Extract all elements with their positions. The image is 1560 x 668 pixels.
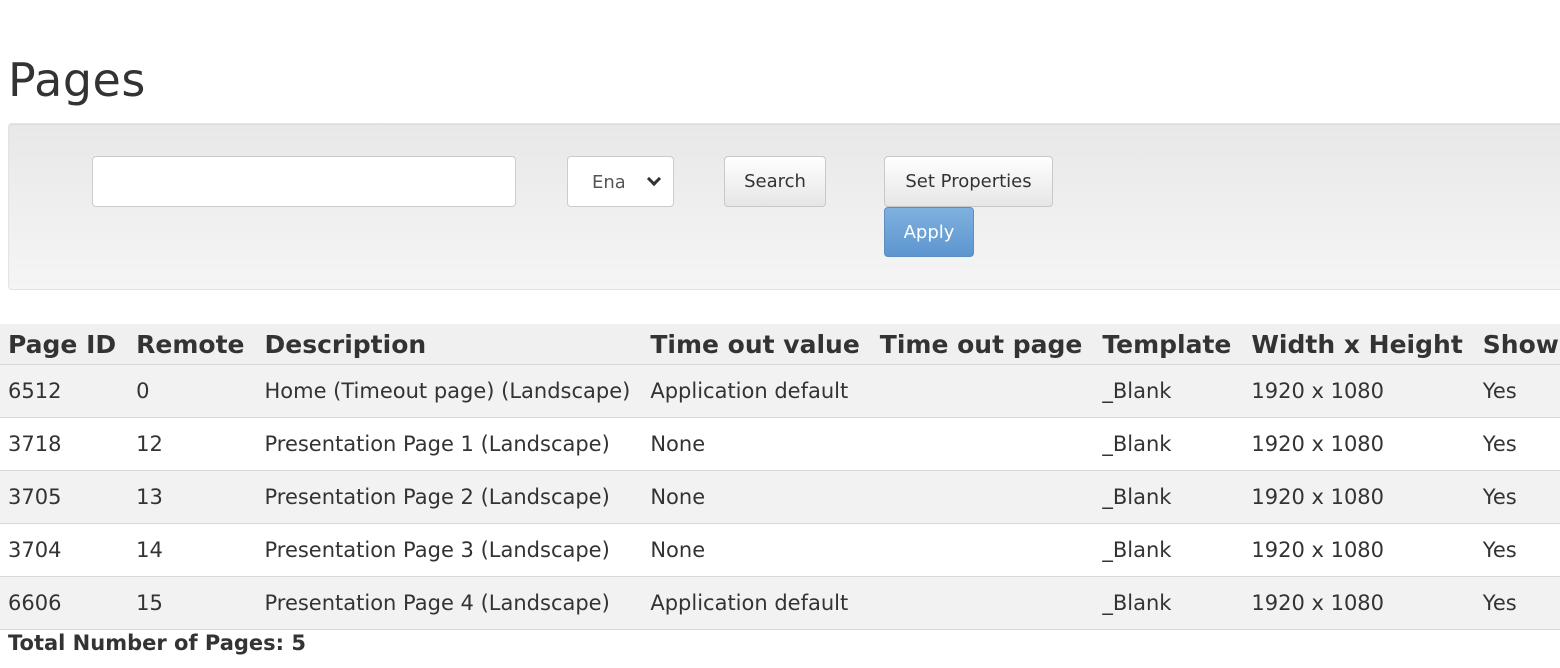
chevron-down-icon [646,171,662,187]
cell-show: Yes [1474,364,1560,418]
cell-timeout-value: None [642,523,872,577]
column-header-page-id[interactable]: Page ID [0,324,129,365]
column-header-size[interactable]: Width x Height [1243,324,1475,365]
table-row[interactable]: 3704 14 Presentation Page 3 (Landscape) … [0,523,1560,577]
cell-page-id: 3704 [0,523,129,577]
cell-size: 1920 x 1080 [1243,470,1475,524]
column-header-remote[interactable]: Remote [128,324,257,365]
cell-timeout-value: None [642,417,872,471]
cell-show: Yes [1474,470,1560,524]
cell-template: _Blank [1094,364,1244,418]
cell-template: _Blank [1094,576,1244,630]
cell-remote: 15 [128,576,257,630]
cell-remote: 14 [128,523,257,577]
table-row[interactable]: 3705 13 Presentation Page 2 (Landscape) … [0,470,1560,524]
status-filter-value: Enabled [592,172,624,193]
cell-size: 1920 x 1080 [1243,364,1475,418]
cell-show: Yes [1474,576,1560,630]
total-pages-count: Total Number of Pages: 5 [8,631,306,655]
search-input[interactable] [92,156,516,207]
cell-show: Yes [1474,523,1560,577]
page-title: Pages [8,53,146,107]
cell-timeout-page [871,470,1095,524]
column-header-timeout-page[interactable]: Time out page [871,324,1095,365]
cell-show: Yes [1474,417,1560,471]
cell-page-id: 6512 [0,364,129,418]
table-header-row: Page ID Remote Description Time out valu… [0,324,1560,365]
cell-size: 1920 x 1080 [1243,576,1475,630]
cell-description: Presentation Page 1 (Landscape) [256,417,643,471]
cell-timeout-page [871,576,1095,630]
cell-template: _Blank [1094,523,1244,577]
cell-description: Presentation Page 4 (Landscape) [256,576,643,630]
cell-timeout-value: Application default [642,364,872,418]
cell-description: Presentation Page 2 (Landscape) [256,470,643,524]
cell-timeout-page [871,417,1095,471]
table-row[interactable]: 6512 0 Home (Timeout page) (Landscape) A… [0,364,1560,418]
table-row[interactable]: 6606 15 Presentation Page 4 (Landscape) … [0,576,1560,630]
apply-button[interactable]: Apply [884,207,974,257]
cell-template: _Blank [1094,417,1244,471]
cell-description: Home (Timeout page) (Landscape) [256,364,643,418]
cell-page-id: 3705 [0,470,129,524]
cell-remote: 12 [128,417,257,471]
cell-page-id: 6606 [0,576,129,630]
column-header-description[interactable]: Description [256,324,643,365]
pages-table: Page ID Remote Description Time out valu… [0,324,1560,630]
cell-timeout-page [871,523,1095,577]
cell-timeout-page [871,364,1095,418]
cell-template: _Blank [1094,470,1244,524]
column-header-show[interactable]: Show [1474,324,1560,365]
cell-size: 1920 x 1080 [1243,523,1475,577]
search-button[interactable]: Search [724,156,826,207]
status-filter-select[interactable]: Enabled [567,156,674,207]
cell-page-id: 3718 [0,417,129,471]
cell-remote: 13 [128,470,257,524]
cell-timeout-value: None [642,470,872,524]
cell-remote: 0 [128,364,257,418]
cell-description: Presentation Page 3 (Landscape) [256,523,643,577]
table-row[interactable]: 3718 12 Presentation Page 1 (Landscape) … [0,417,1560,471]
cell-timeout-value: Application default [642,576,872,630]
column-header-timeout-value[interactable]: Time out value [642,324,872,365]
set-properties-button[interactable]: Set Properties [884,156,1053,207]
column-header-template[interactable]: Template [1094,324,1244,365]
cell-size: 1920 x 1080 [1243,417,1475,471]
